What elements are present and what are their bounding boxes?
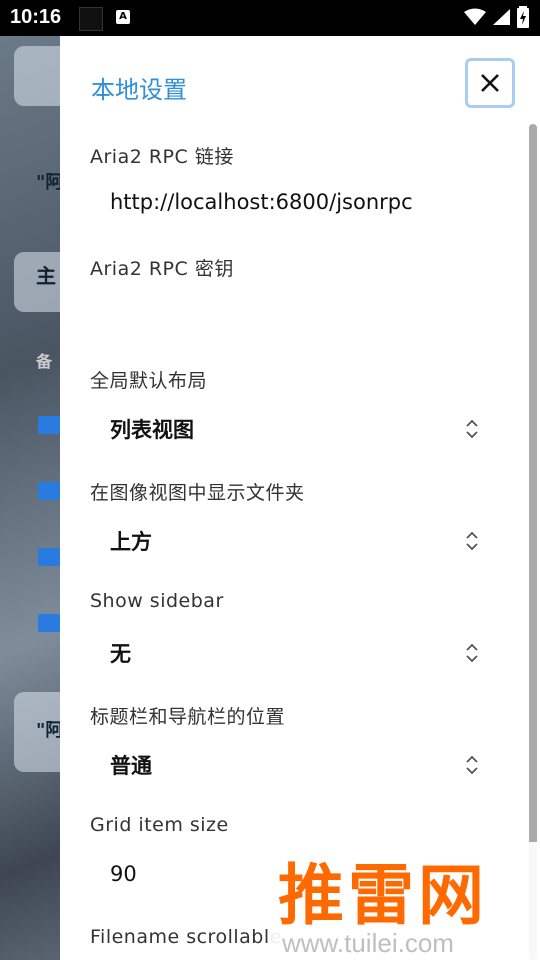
filename-scrollable-label: Filename scrollable <box>90 926 282 948</box>
show-sidebar-select[interactable]: 无 <box>110 638 131 668</box>
select-arrows-icon <box>466 643 478 663</box>
wifi-icon <box>463 8 486 25</box>
status-bar: 10:16 A <box>0 0 540 36</box>
show-sidebar-label: Show sidebar <box>90 590 224 612</box>
bg-text: 主 <box>36 264 56 288</box>
close-button[interactable] <box>465 58 515 108</box>
watermark-logo: 推雷网 <box>278 857 488 934</box>
rpc-secret-input[interactable] <box>110 298 470 328</box>
status-icons <box>463 6 530 28</box>
scrollbar[interactable] <box>529 124 537 960</box>
bg-text: 备 <box>36 352 53 371</box>
folder-icon <box>38 548 60 566</box>
status-time: 10:16 <box>10 6 62 28</box>
select-arrows-icon <box>466 531 478 551</box>
watermark: 推雷网 www.tuilei.com <box>270 842 540 960</box>
folder-icon <box>38 416 60 434</box>
local-settings-drawer: 本地设置 Aria2 RPC 链接 http://localhost:6800/… <box>60 36 540 960</box>
folders-position-select[interactable]: 上方 <box>110 526 152 556</box>
close-icon <box>481 74 499 92</box>
rpc-secret-label: Aria2 RPC 密钥 <box>90 258 234 280</box>
default-layout-select[interactable]: 列表视图 <box>110 414 194 444</box>
titlebar-position-select[interactable]: 普通 <box>110 750 152 780</box>
titlebar-position-label: 标题栏和导航栏的位置 <box>90 706 286 728</box>
notification-square-icon <box>79 7 103 31</box>
drawer-title: 本地设置 <box>91 76 187 104</box>
battery-icon <box>517 6 529 28</box>
signal-icon <box>492 9 510 25</box>
select-arrows-icon <box>466 755 478 775</box>
a-icon: A <box>116 10 130 24</box>
default-layout-label: 全局默认布局 <box>90 370 208 392</box>
folder-icon <box>38 614 60 632</box>
select-arrows-icon <box>466 419 478 439</box>
rpc-url-label: Aria2 RPC 链接 <box>90 146 234 168</box>
grid-item-size-label: Grid item size <box>90 814 229 836</box>
folder-icon <box>38 482 60 500</box>
grid-item-size-input[interactable]: 90 <box>110 862 137 886</box>
watermark-url: www.tuilei.com <box>282 928 454 958</box>
rpc-url-input[interactable]: http://localhost:6800/jsonrpc <box>110 190 413 214</box>
folders-position-label: 在图像视图中显示文件夹 <box>90 482 305 504</box>
